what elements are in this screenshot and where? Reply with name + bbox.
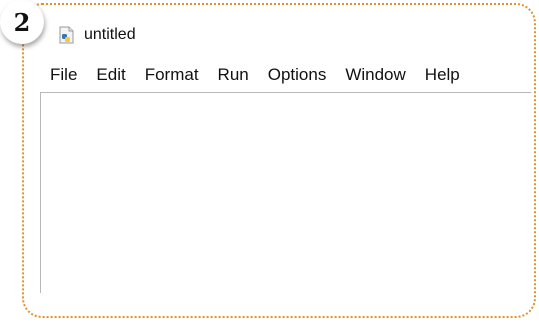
menu-help[interactable]: Help <box>415 65 469 85</box>
menu-bar: File Edit Format Run Options Window Help <box>40 62 530 88</box>
menu-edit[interactable]: Edit <box>86 65 134 85</box>
menu-window[interactable]: Window <box>335 65 414 85</box>
step-number-badge: 2 <box>0 0 44 44</box>
window-titlebar: untitled <box>58 22 136 48</box>
menu-run[interactable]: Run <box>208 65 258 85</box>
window-title: untitled <box>84 26 136 43</box>
python-icon <box>58 25 76 45</box>
menu-format[interactable]: Format <box>135 65 208 85</box>
menu-file[interactable]: File <box>40 65 86 85</box>
code-editor-area[interactable] <box>40 92 531 293</box>
menu-options[interactable]: Options <box>258 65 336 85</box>
